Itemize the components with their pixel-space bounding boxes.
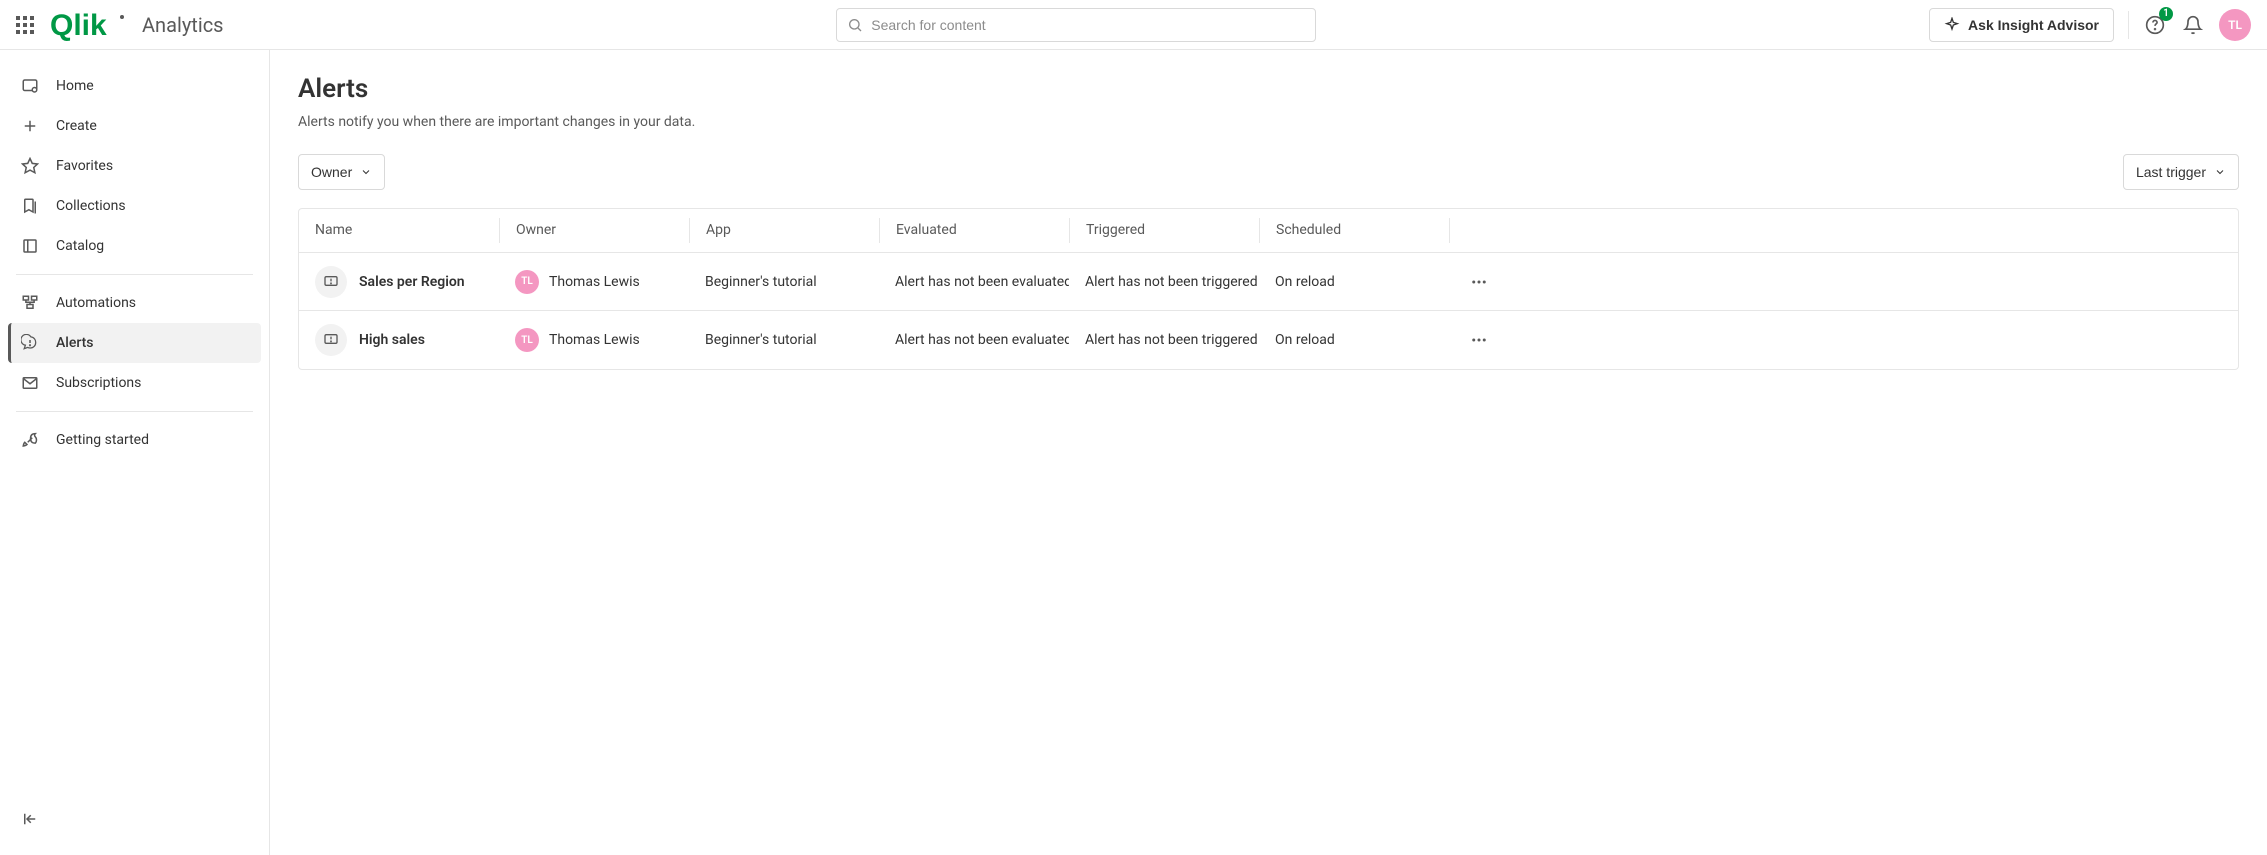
sidebar-separator: [16, 411, 253, 412]
logo[interactable]: Qlik Analytics: [50, 9, 224, 41]
sidebar-label: Collections: [56, 198, 126, 214]
sidebar-item-collections[interactable]: Collections: [8, 186, 261, 226]
alert-icon: [20, 334, 40, 352]
alerts-table: Name Owner App Evaluated Triggered Sched…: [298, 208, 2239, 370]
sidebar-label: Favorites: [56, 158, 113, 174]
sidebar-label: Subscriptions: [56, 375, 141, 391]
owner-avatar: TL: [515, 328, 539, 352]
chevron-down-icon: [2214, 166, 2226, 178]
mail-icon: [20, 374, 40, 392]
qlik-logo-icon: Qlik: [50, 9, 130, 41]
app-launcher-icon[interactable]: [16, 16, 34, 34]
alert-name: High sales: [359, 332, 425, 348]
sidebar-item-create[interactable]: Create: [8, 106, 261, 146]
cell-scheduled: On reload: [1259, 274, 1449, 290]
sidebar-label: Getting started: [56, 432, 149, 448]
cell-scheduled: On reload: [1259, 332, 1449, 348]
cell-name: High sales: [299, 324, 499, 356]
rocket-icon: [20, 431, 40, 449]
sidebar-item-home[interactable]: Home: [8, 66, 261, 106]
svg-text:Qlik: Qlik: [50, 9, 107, 41]
search-input[interactable]: [871, 17, 1305, 33]
cell-triggered: Alert has not been triggered: [1069, 332, 1259, 348]
sidebar-separator: [16, 274, 253, 275]
owner-filter[interactable]: Owner: [298, 154, 385, 190]
col-actions: [1449, 218, 1509, 244]
sidebar-item-subscriptions[interactable]: Subscriptions: [8, 363, 261, 403]
sort-dropdown[interactable]: Last trigger: [2123, 154, 2239, 190]
main: Alerts Alerts notify you when there are …: [270, 50, 2267, 855]
page-title: Alerts: [298, 74, 2239, 104]
plus-icon: [20, 117, 40, 135]
sidebar-label: Automations: [56, 295, 136, 311]
sidebar-label: Home: [56, 78, 94, 94]
owner-avatar: TL: [515, 270, 539, 294]
col-evaluated[interactable]: Evaluated: [879, 218, 1069, 244]
table-header: Name Owner App Evaluated Triggered Sched…: [299, 209, 2238, 253]
cell-name: Sales per Region: [299, 266, 499, 298]
filter-bar: Owner Last trigger: [298, 154, 2239, 190]
row-more-button[interactable]: [1449, 273, 1509, 291]
ask-insight-label: Ask Insight Advisor: [1968, 17, 2099, 33]
col-scheduled[interactable]: Scheduled: [1259, 218, 1449, 244]
sidebar-label: Alerts: [56, 335, 94, 351]
sidebar-label: Catalog: [56, 238, 104, 254]
sidebar-label: Create: [56, 118, 97, 134]
collapse-icon: [20, 810, 40, 828]
bell-icon: [2183, 15, 2203, 35]
help-button[interactable]: 1: [2143, 13, 2167, 37]
automation-icon: [20, 294, 40, 312]
help-badge: 1: [2159, 7, 2173, 21]
alert-icon: [315, 266, 347, 298]
table-row[interactable]: High sales TL Thomas Lewis Beginner's tutor…: [299, 311, 2238, 369]
page-description: Alerts notify you when there are importa…: [298, 114, 2239, 130]
topbar-right: Ask Insight Advisor 1 TL: [1929, 8, 2251, 42]
search-icon: [847, 17, 863, 33]
search-box[interactable]: [836, 8, 1316, 42]
cell-app: Beginner's tutorial: [689, 274, 879, 290]
col-triggered[interactable]: Triggered: [1069, 218, 1259, 244]
star-icon: [20, 157, 40, 175]
col-owner[interactable]: Owner: [499, 218, 689, 244]
sidebar-collapse[interactable]: [8, 799, 261, 839]
catalog-icon: [20, 237, 40, 255]
product-name: Analytics: [142, 13, 224, 37]
search-wrap: [240, 8, 1914, 42]
chevron-down-icon: [360, 166, 372, 178]
bookmark-icon: [20, 197, 40, 215]
owner-name: Thomas Lewis: [549, 332, 640, 348]
sort-label: Last trigger: [2136, 164, 2206, 180]
sparkle-icon: [1944, 17, 1960, 33]
owner-filter-label: Owner: [311, 164, 352, 180]
cell-app: Beginner's tutorial: [689, 332, 879, 348]
sidebar-item-alerts[interactable]: Alerts: [8, 323, 261, 363]
sidebar-item-catalog[interactable]: Catalog: [8, 226, 261, 266]
cell-evaluated: Alert has not been evaluated: [879, 274, 1069, 290]
alert-icon: [315, 324, 347, 356]
sidebar-item-favorites[interactable]: Favorites: [8, 146, 261, 186]
divider: [2128, 11, 2129, 39]
ask-insight-button[interactable]: Ask Insight Advisor: [1929, 8, 2114, 42]
cell-owner: TL Thomas Lewis: [499, 328, 689, 352]
alert-name: Sales per Region: [359, 274, 465, 290]
user-avatar[interactable]: TL: [2219, 9, 2251, 41]
notifications-button[interactable]: [2181, 13, 2205, 37]
cell-owner: TL Thomas Lewis: [499, 270, 689, 294]
row-more-button[interactable]: [1449, 331, 1509, 349]
cell-triggered: Alert has not been triggered: [1069, 274, 1259, 290]
col-name[interactable]: Name: [299, 218, 499, 244]
owner-name: Thomas Lewis: [549, 274, 640, 290]
sidebar-item-automations[interactable]: Automations: [8, 283, 261, 323]
col-app[interactable]: App: [689, 218, 879, 244]
sidebar-item-getting-started[interactable]: Getting started: [8, 420, 261, 460]
table-row[interactable]: Sales per Region TL Thomas Lewis Beginner's…: [299, 253, 2238, 311]
topbar: Qlik Analytics Ask Insight Advisor 1 TL: [0, 0, 2267, 50]
cell-evaluated: Alert has not been evaluated: [879, 332, 1069, 348]
body: Home Create Favorites Collections Catalo…: [0, 50, 2267, 855]
sidebar: Home Create Favorites Collections Catalo…: [0, 50, 270, 855]
home-icon: [20, 77, 40, 95]
